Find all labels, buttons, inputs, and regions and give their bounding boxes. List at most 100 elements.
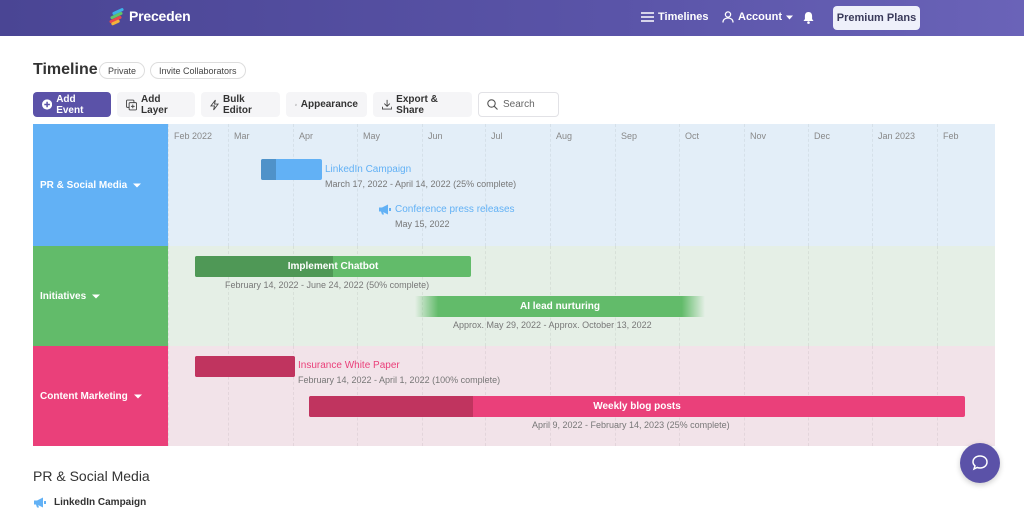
month-gridline [168,124,169,246]
month-gridline [808,246,809,346]
event-title: Implement Chatbot [287,261,379,272]
caret-down-icon [786,15,793,19]
layer-body: Feb 2022 Mar Apr May Jun Jul Aug Sep Oct Nov Dec Ja… [168,124,995,246]
premium-plans-button[interactable]: Premium Plans [833,6,920,30]
invite-collaborators-button[interactable]: Invite Collaborators [150,62,246,79]
download-icon [382,99,393,110]
event-title-linkedin-campaign[interactable]: LinkedIn Campaign [325,164,411,175]
search-icon [487,99,498,110]
month-label: Jan 2023 [878,131,916,141]
month-label: Feb 2022 [174,131,213,141]
nav-timelines-label: Timelines [658,11,709,23]
month-label: Sep [621,131,638,141]
month-label: Mar [234,131,250,141]
preceden-logo[interactable]: Preceden [108,7,191,26]
chat-support-button[interactable] [960,443,1000,483]
appearance-label: Appearance [300,99,358,110]
add-event-label: Add Event [56,93,84,116]
page-title: Timeline [33,61,98,78]
event-title: Weekly blog posts [593,401,681,412]
event-title-insurance-white-paper[interactable]: Insurance White Paper [298,360,400,371]
search-placeholder: Search [503,99,535,110]
layer-content-marketing: Content Marketing Insurance White Paper … [33,346,995,446]
month-gridline [937,124,938,246]
user-icon [722,11,734,23]
month-gridline [808,124,809,246]
month-label: Aug [556,131,573,141]
layer-body: Implement Chatbot February 14, 2022 - Ju… [168,246,995,346]
event-bar-insurance-white-paper[interactable] [195,356,295,377]
month-label: Dec [814,131,831,141]
month-gridline [872,124,873,246]
month-gridline [615,124,616,246]
bar-progress [195,356,295,377]
month-gridline [293,124,294,246]
month-gridline [744,246,745,346]
event-bar-weekly-blog-posts[interactable]: Weekly blog posts [309,396,965,417]
list-section-title: PR & Social Media [33,468,150,484]
month-label: Jul [491,131,503,141]
event-bar-linkedin-campaign[interactable] [261,159,322,180]
bell-icon [803,12,814,24]
plus-circle-icon [42,99,53,110]
caret-down-icon [133,183,142,187]
privacy-badge[interactable]: Private [99,62,146,79]
event-dates: February 14, 2022 - April 1, 2022 (100% … [298,375,501,385]
add-layer-button[interactable]: Add Layer [117,92,195,117]
layers-icon [126,99,137,110]
layer-initiatives: Initiatives Implement Chatbot February 1… [33,246,995,346]
event-conference-press-releases[interactable]: Conference press releases [378,204,515,215]
event-bar-ai-lead-nurturing[interactable]: AI lead nurturing [415,296,705,317]
list-item-title: LinkedIn Campaign [54,497,147,508]
event-dates: March 17, 2022 - April 14, 2022 (25% com… [325,179,517,189]
add-layer-label: Add Layer [141,93,168,116]
chat-bubble-icon [972,455,988,471]
menu-icon [641,12,654,22]
event-bar-implement-chatbot[interactable]: Implement Chatbot [195,256,471,277]
month-label: Oct [685,131,700,141]
month-gridline [679,124,680,246]
month-label: May [363,131,381,141]
event-title: Conference press releases [395,204,515,215]
search-input[interactable]: Search [478,92,559,117]
event-dates: May 15, 2022 [395,219,450,229]
top-navbar: Preceden Timelines Account Premium Plans [0,0,1024,36]
nav-account[interactable]: Account [722,11,793,23]
month-gridline [550,124,551,246]
megaphone-icon [379,204,391,215]
month-gridline [168,346,169,446]
logo-mark-icon [108,7,126,26]
appearance-button[interactable]: Appearance [286,92,367,117]
month-label: Feb [943,131,959,141]
layer-label-content-marketing[interactable]: Content Marketing [33,346,168,446]
nav-timelines[interactable]: Timelines [641,11,709,23]
paint-bucket-icon [295,103,297,106]
caret-down-icon [133,394,142,398]
layer-label-pr-social-media[interactable]: PR & Social Media [33,124,168,246]
export-share-label: Export & Share [396,93,438,116]
add-event-button[interactable]: Add Event [33,92,111,117]
brand-name: Preceden [129,8,191,24]
layer-name: Initiatives [40,290,87,302]
month-gridline [168,246,169,346]
layer-label-initiatives[interactable]: Initiatives [33,246,168,346]
timeline-chart: PR & Social Media Feb 2022 Mar Apr May Jun Ju… [33,124,995,446]
notifications-button[interactable] [803,11,814,24]
month-gridline [872,246,873,346]
month-label: Jun [428,131,443,141]
megaphone-icon [34,497,46,508]
list-item[interactable]: LinkedIn Campaign [33,497,146,508]
nav-account-label: Account [738,11,782,23]
lightning-icon [210,99,219,110]
bulk-editor-button[interactable]: Bulk Editor [201,92,280,117]
layer-name: Content Marketing [40,390,128,402]
layer-body: Insurance White Paper February 14, 2022 … [168,346,995,446]
month-gridline [744,124,745,246]
event-dates: February 14, 2022 - June 24, 2022 (50% c… [225,280,430,290]
layer-name: PR & Social Media [40,179,128,191]
caret-down-icon [92,294,101,298]
month-label: Nov [750,131,767,141]
event-title: AI lead nurturing [520,301,600,312]
export-share-button[interactable]: Export & Share [373,92,472,117]
month-gridline [937,246,938,346]
